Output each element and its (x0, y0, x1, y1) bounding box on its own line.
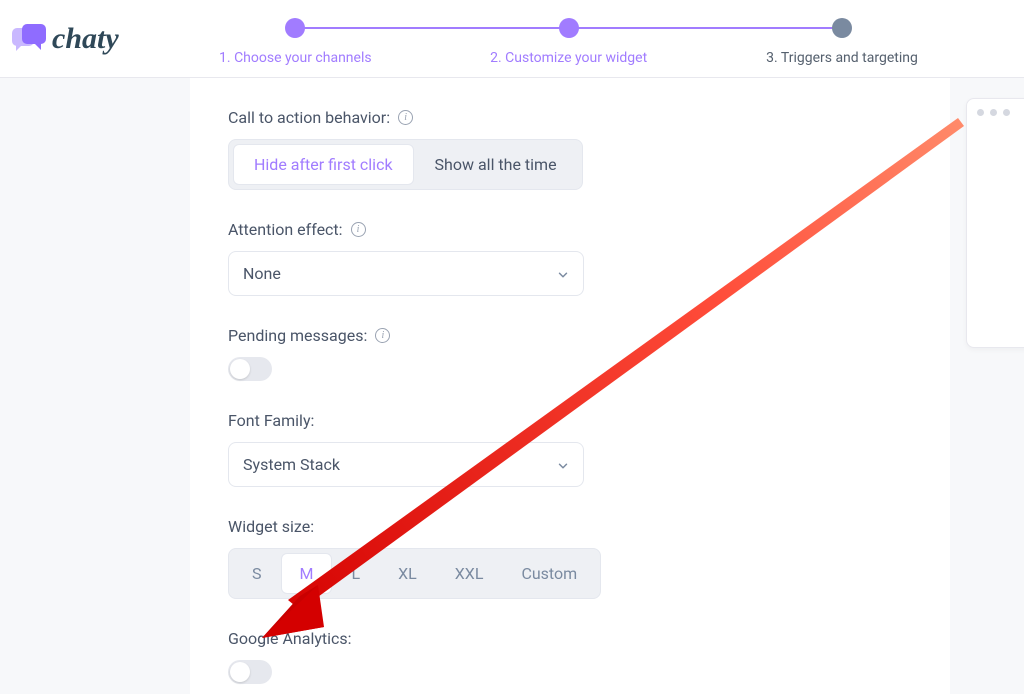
chevron-down-icon (556, 458, 570, 472)
step-label: 1. Choose your channels (219, 50, 372, 66)
select-value: None (228, 251, 584, 296)
select-value: System Stack (228, 442, 584, 487)
size-option-m[interactable]: M (281, 553, 333, 594)
logo-icon (12, 24, 46, 54)
info-icon[interactable]: i (398, 110, 413, 125)
size-option-xxl[interactable]: XXL (436, 553, 503, 594)
step-dot-icon (559, 18, 579, 38)
body-area: Call to action behavior: i Hide after fi… (0, 78, 1024, 694)
info-icon[interactable]: i (375, 328, 390, 343)
step-customize-widget[interactable]: 2. Customize your widget (432, 18, 705, 66)
size-option-s[interactable]: S (233, 553, 281, 594)
progress-stepper: 1. Choose your channels 2. Customize you… (159, 12, 979, 66)
field-google-analytics: Google Analytics: (228, 629, 918, 684)
field-attention-effect: Attention effect: i None (228, 220, 918, 296)
cta-option-show[interactable]: Show all the time (414, 144, 578, 185)
preview-panel (966, 98, 1024, 348)
step-label: 2. Customize your widget (490, 50, 647, 66)
chevron-down-icon (556, 267, 570, 281)
pending-messages-toggle[interactable] (228, 357, 272, 381)
app-header: chaty 1. Choose your channels 2. Customi… (0, 0, 1024, 78)
toggle-knob (230, 359, 250, 379)
field-label: Attention effect: (228, 220, 343, 239)
field-label: Widget size: (228, 517, 314, 536)
brand-logo[interactable]: chaty (12, 22, 119, 56)
info-icon[interactable]: i (351, 222, 366, 237)
step-label: 3. Triggers and targeting (766, 50, 918, 66)
cta-option-hide[interactable]: Hide after first click (233, 144, 414, 185)
size-option-l[interactable]: L (332, 553, 379, 594)
field-font-family: Font Family: System Stack (228, 411, 918, 487)
size-option-xl[interactable]: XL (379, 553, 436, 594)
toggle-knob (230, 662, 250, 682)
attention-effect-select[interactable]: None (228, 251, 584, 296)
google-analytics-toggle[interactable] (228, 660, 272, 684)
field-label: Google Analytics: (228, 629, 352, 648)
left-gutter (0, 78, 190, 694)
step-triggers-targeting[interactable]: 3. Triggers and targeting (705, 18, 978, 66)
size-option-custom[interactable]: Custom (502, 553, 596, 594)
field-label: Call to action behavior: (228, 108, 390, 127)
field-label: Font Family: (228, 411, 314, 430)
widget-size-segment: S M L XL XXL Custom (228, 548, 601, 599)
window-controls-icon (967, 99, 1024, 116)
cta-behavior-segment: Hide after first click Show all the time (228, 139, 583, 190)
step-dot-icon (285, 18, 305, 38)
font-family-select[interactable]: System Stack (228, 442, 584, 487)
step-choose-channels[interactable]: 1. Choose your channels (159, 18, 432, 66)
field-label: Pending messages: (228, 326, 367, 345)
field-pending-messages: Pending messages: i (228, 326, 918, 381)
preview-area (950, 78, 1024, 694)
field-widget-size: Widget size: S M L XL XXL Custom (228, 517, 918, 599)
settings-panel: Call to action behavior: i Hide after fi… (190, 78, 950, 694)
field-cta-behavior: Call to action behavior: i Hide after fi… (228, 108, 918, 190)
brand-name: chaty (52, 22, 119, 56)
step-dot-icon (832, 18, 852, 38)
